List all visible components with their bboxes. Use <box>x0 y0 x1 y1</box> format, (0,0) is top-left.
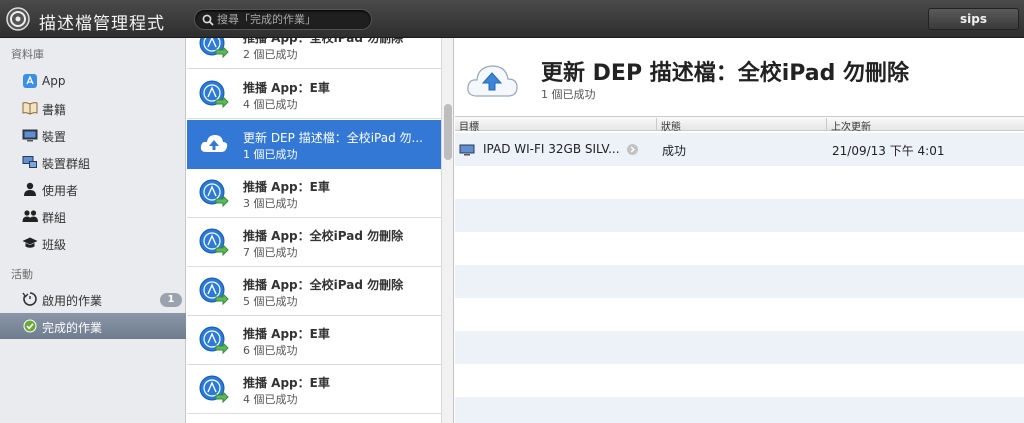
search-icon <box>202 14 214 26</box>
search-input[interactable] <box>217 12 367 27</box>
app-push-icon <box>199 375 229 404</box>
empty-row <box>455 265 1024 298</box>
activity-header: 活動 <box>11 268 33 281</box>
search-box[interactable] <box>194 9 372 30</box>
task-title: 更新 DEP 描述檔：全校iPad 勿... <box>243 131 423 145</box>
sidebar-item-label: 使用者 <box>42 184 79 198</box>
ipad-icon <box>459 144 475 156</box>
go-arrow-icon[interactable] <box>627 144 638 155</box>
app-store-icon <box>23 74 37 88</box>
task-title: 推播 App：全校iPad 勿刪除 <box>243 278 404 292</box>
column-status[interactable]: 狀態 <box>656 118 826 133</box>
status-text: 成功 <box>662 144 687 158</box>
sidebar-item-label: 書籍 <box>42 103 67 117</box>
app-title: 描述檔管理程式 <box>39 14 165 34</box>
class-icon <box>22 237 38 248</box>
task-title: 推播 App：全校iPad 勿刪除 <box>243 229 404 243</box>
list-item[interactable]: 推播 App：E車 4 個已成功 <box>187 70 441 119</box>
task-subtitle: 3 個已成功 <box>243 197 298 210</box>
sidebar-item-devices[interactable]: 裝置 <box>0 122 186 148</box>
sidebar-item-label: 班級 <box>42 238 67 252</box>
user-icon <box>24 182 36 196</box>
list-item[interactable]: 推播 App：全校iPad 勿刪除 2 個已成功 <box>187 38 441 69</box>
task-list-scrollbar[interactable] <box>441 38 454 423</box>
last-updated-text: 21/09/13 下午 4:01 <box>832 144 945 158</box>
empty-row <box>455 232 1024 265</box>
sidebar-item-classes[interactable]: 班級 <box>0 230 186 256</box>
app-push-icon <box>199 38 229 59</box>
target-name: IPAD WI-FI 32GB SILV... <box>483 142 620 156</box>
title-bar: 描述檔管理程式 sips <box>0 0 1024 38</box>
profile-manager-icon <box>6 7 30 31</box>
task-subtitle: 5 個已成功 <box>243 295 298 308</box>
task-title: 推播 App：E車 <box>243 180 330 194</box>
book-icon <box>22 102 38 115</box>
list-item-selected[interactable]: 更新 DEP 描述檔：全校iPad 勿... 1 個已成功 <box>187 120 441 169</box>
scroll-thumb[interactable] <box>444 104 452 160</box>
task-subtitle: 7 個已成功 <box>243 246 298 259</box>
user-button[interactable]: sips <box>928 8 1019 30</box>
device-group-icon <box>22 156 37 168</box>
task-subtitle: 6 個已成功 <box>243 344 298 357</box>
empty-row <box>455 166 1024 199</box>
empty-row <box>455 199 1024 232</box>
list-item[interactable]: 推播 App：全校iPad 勿刪除 7 個已成功 <box>187 218 441 267</box>
cloud-upload-icon <box>200 135 228 152</box>
task-title: 推播 App：E車 <box>243 81 330 95</box>
empty-row <box>455 331 1024 364</box>
sidebar: 資料庫 App 書籍 裝置 裝置群組 使用者 群組 班級 活動 啟用的作業 1 … <box>0 38 186 423</box>
sidebar-item-label: App <box>42 74 66 88</box>
app-push-icon <box>199 326 229 355</box>
empty-row <box>455 397 1024 423</box>
sidebar-item-label: 裝置群組 <box>42 157 91 171</box>
cloud-upload-icon <box>467 65 518 97</box>
empty-row <box>455 298 1024 331</box>
detail-pane: 更新 DEP 描述檔：全校iPad 勿刪除 1 個已成功 目標 狀態 上次更新 … <box>455 38 1024 423</box>
task-count-badge: 1 <box>160 293 182 307</box>
table-row[interactable]: IPAD WI-FI 32GB SILV... 成功 21/09/13 下午 4… <box>455 133 1024 166</box>
task-subtitle: 4 個已成功 <box>243 393 298 406</box>
task-subtitle: 1 個已成功 <box>243 148 298 161</box>
sidebar-item-label: 啟用的作業 <box>42 294 103 308</box>
empty-row <box>455 364 1024 397</box>
active-tasks-icon <box>22 292 37 306</box>
task-subtitle: 2 個已成功 <box>243 48 298 61</box>
table-header: 目標 狀態 上次更新 <box>455 116 1024 133</box>
detail-title: 更新 DEP 描述檔：全校iPad 勿刪除 <box>541 61 910 86</box>
task-list: 推播 App：全校iPad 勿刪除 2 個已成功 推播 App：E車 4 個已成… <box>187 38 441 423</box>
column-target[interactable]: 目標 <box>455 118 656 133</box>
device-icon <box>22 129 38 142</box>
task-title: 推播 App：全校iPad 勿刪除 <box>243 38 404 45</box>
sidebar-item-users[interactable]: 使用者 <box>0 176 186 202</box>
sidebar-item-groups[interactable]: 群組 <box>0 203 186 229</box>
sidebar-item-active-tasks[interactable]: 啟用的作業 1 <box>0 286 186 312</box>
column-last-updated[interactable]: 上次更新 <box>826 118 1024 133</box>
app-push-icon <box>199 228 229 257</box>
completed-tasks-icon <box>23 319 37 333</box>
sidebar-item-label: 完成的作業 <box>42 321 103 335</box>
list-item[interactable]: 推播 App：E車 3 個已成功 <box>187 169 441 218</box>
task-title: 推播 App：E車 <box>243 327 330 341</box>
app-push-icon <box>199 179 229 208</box>
sidebar-item-completed-tasks[interactable]: 完成的作業 <box>0 313 186 339</box>
list-item[interactable]: 推播 App：E車 6 個已成功 <box>187 316 441 365</box>
sidebar-item-label: 裝置 <box>42 130 67 144</box>
sidebar-item-label: 群組 <box>42 211 67 225</box>
sidebar-item-app[interactable]: App <box>0 68 186 94</box>
group-icon <box>22 210 38 222</box>
sidebar-item-books[interactable]: 書籍 <box>0 95 186 121</box>
app-push-icon <box>199 277 229 306</box>
task-title: 推播 App：E車 <box>243 376 330 390</box>
library-header: 資料庫 <box>11 48 44 61</box>
list-item[interactable]: 推播 App：E車 4 個已成功 <box>187 365 441 414</box>
task-subtitle: 4 個已成功 <box>243 98 298 111</box>
list-item[interactable]: 推播 App：全校iPad 勿刪除 5 個已成功 <box>187 267 441 316</box>
detail-subtitle: 1 個已成功 <box>541 88 596 101</box>
sidebar-item-device-groups[interactable]: 裝置群組 <box>0 149 186 175</box>
app-push-icon <box>199 80 229 109</box>
